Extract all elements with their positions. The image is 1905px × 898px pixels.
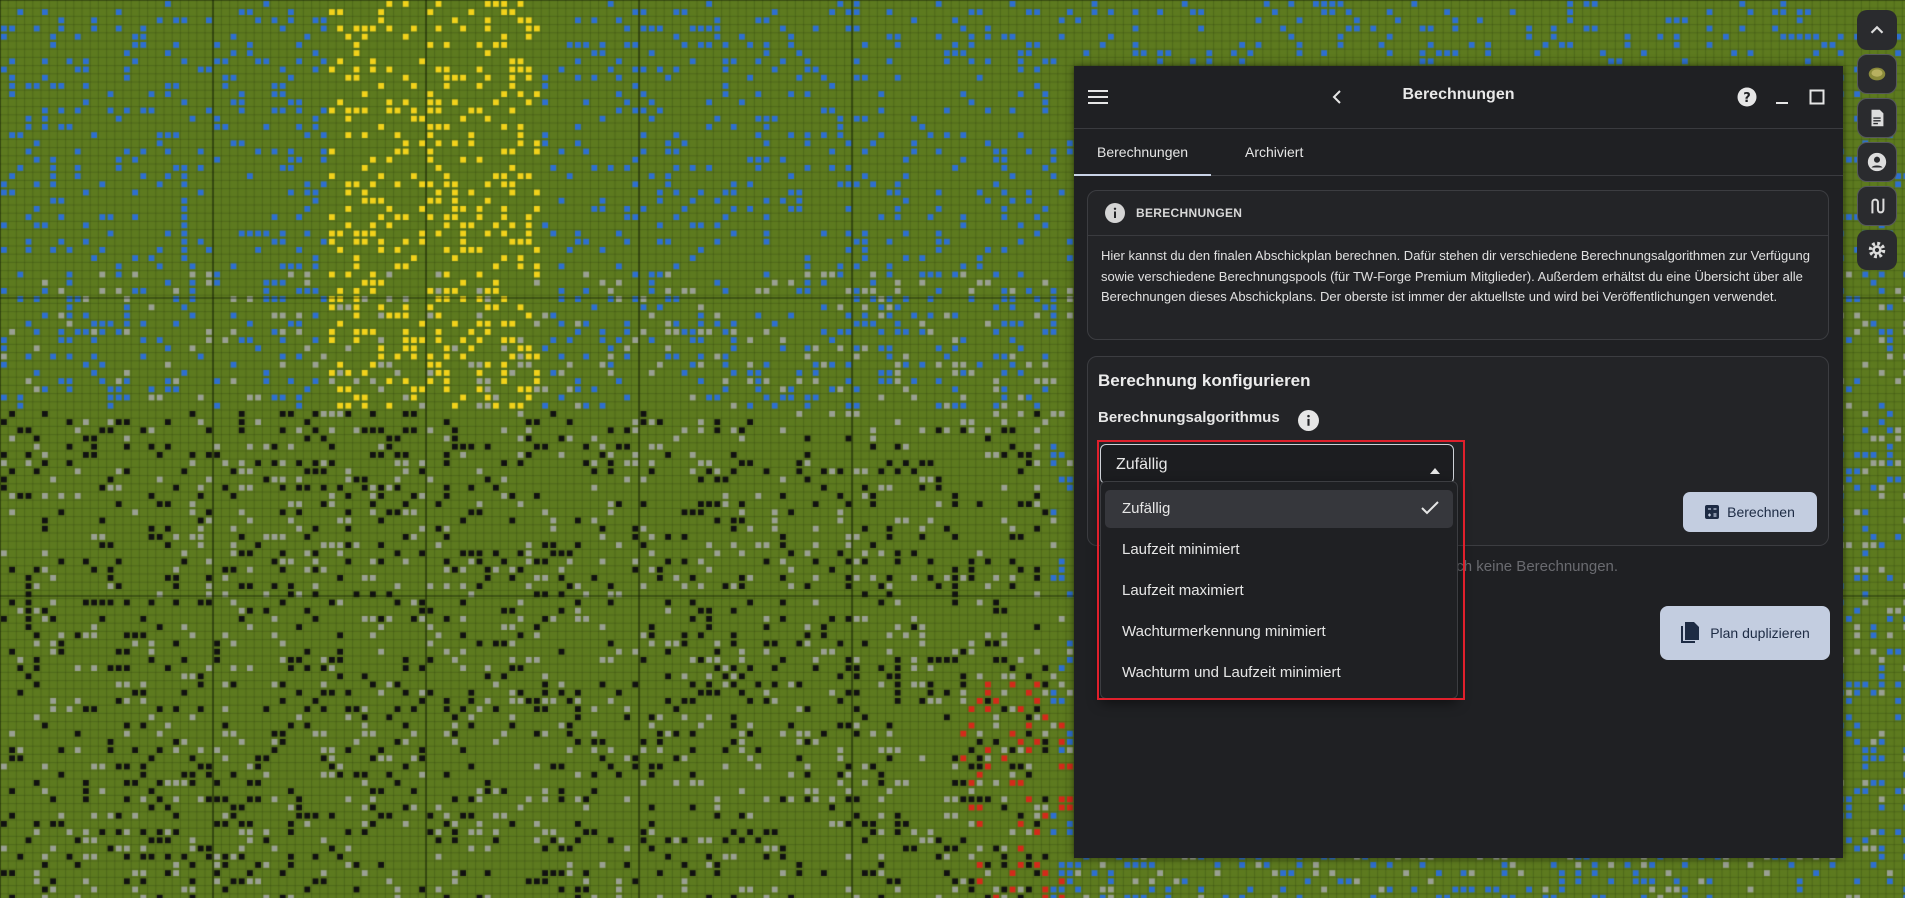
world-icon: [1868, 67, 1886, 81]
account-icon: [1867, 152, 1887, 172]
caret-up-icon: [1430, 461, 1440, 479]
algorithm-option-label: Laufzeit maximiert: [1122, 582, 1244, 599]
algorithm-option[interactable]: Laufzeit maximiert: [1105, 572, 1453, 610]
world-button[interactable]: [1857, 54, 1897, 94]
tab-bar: Berechnungen Archiviert: [1074, 129, 1843, 176]
algorithm-info-icon[interactable]: [1298, 410, 1319, 436]
check-icon: [1421, 501, 1439, 520]
algorithm-label: Berechnungsalgorithmus: [1098, 409, 1280, 426]
config-title: Berechnung konfigurieren: [1098, 371, 1311, 390]
calculator-icon: [1705, 505, 1720, 519]
maximize-icon: [1809, 89, 1825, 105]
info-card-header: BERECHNUNGEN: [1088, 191, 1828, 236]
svg-text:?: ?: [1743, 91, 1751, 106]
algorithm-option[interactable]: Wachturmerkennung minimiert: [1105, 613, 1453, 651]
route-button[interactable]: [1857, 186, 1897, 226]
settings-icon: [1868, 241, 1886, 259]
minimize-button[interactable]: [1771, 86, 1793, 108]
panel-title: Berechnungen: [1402, 86, 1515, 103]
algorithm-option[interactable]: Wachturm und Laufzeit minimiert: [1105, 654, 1453, 692]
help-button[interactable]: ?: [1736, 86, 1758, 108]
document-button[interactable]: [1857, 98, 1897, 138]
chevron-up-icon: [1870, 25, 1884, 34]
document-icon: [1871, 109, 1884, 127]
panel-header: Berechnungen ?: [1074, 66, 1843, 129]
algorithm-option-label: Wachturmerkennung minimiert: [1122, 623, 1326, 640]
duplicate-plan-button[interactable]: Plan duplizieren: [1660, 606, 1830, 660]
info-card-text: Hier kannst du den finalen Abschickplan …: [1101, 248, 1810, 304]
info-icon: [1105, 203, 1125, 228]
calculate-button[interactable]: Berechnen: [1683, 492, 1817, 532]
algorithm-dropdown-menu: Zufällig Laufzeit minimiert Laufzeit max…: [1100, 481, 1458, 699]
tab-archiviert[interactable]: Archiviert: [1222, 129, 1326, 175]
settings-button[interactable]: [1857, 230, 1897, 270]
calculate-button-label: Berechnen: [1727, 504, 1795, 520]
algorithm-option-label: Zufällig: [1122, 500, 1171, 517]
duplicate-icon: [1681, 622, 1700, 643]
help-icon: ?: [1737, 87, 1757, 107]
maximize-button[interactable]: [1806, 86, 1828, 108]
minimize-icon: [1776, 102, 1788, 104]
algorithm-option-label: Laufzeit minimiert: [1122, 541, 1240, 558]
route-icon: [1871, 198, 1885, 214]
algorithm-option[interactable]: Zufällig: [1105, 490, 1453, 528]
duplicate-plan-label: Plan duplizieren: [1710, 625, 1810, 641]
collapse-toolbar-button[interactable]: [1857, 10, 1897, 50]
info-card-title: BERECHNUNGEN: [1136, 206, 1243, 220]
algorithm-select[interactable]: Zufällig: [1100, 444, 1454, 484]
tab-berechnungen[interactable]: Berechnungen: [1074, 129, 1212, 176]
algorithm-option-label: Wachturm und Laufzeit minimiert: [1122, 664, 1341, 681]
algorithm-select-value: Zufällig: [1116, 456, 1168, 473]
algorithm-option[interactable]: Laufzeit minimiert: [1105, 531, 1453, 569]
info-card: BERECHNUNGEN Hier kannst du den finalen …: [1087, 190, 1829, 340]
calculations-panel: Berechnungen ? Berechnungen Archiviert B…: [1074, 66, 1843, 858]
account-button[interactable]: [1857, 142, 1897, 182]
